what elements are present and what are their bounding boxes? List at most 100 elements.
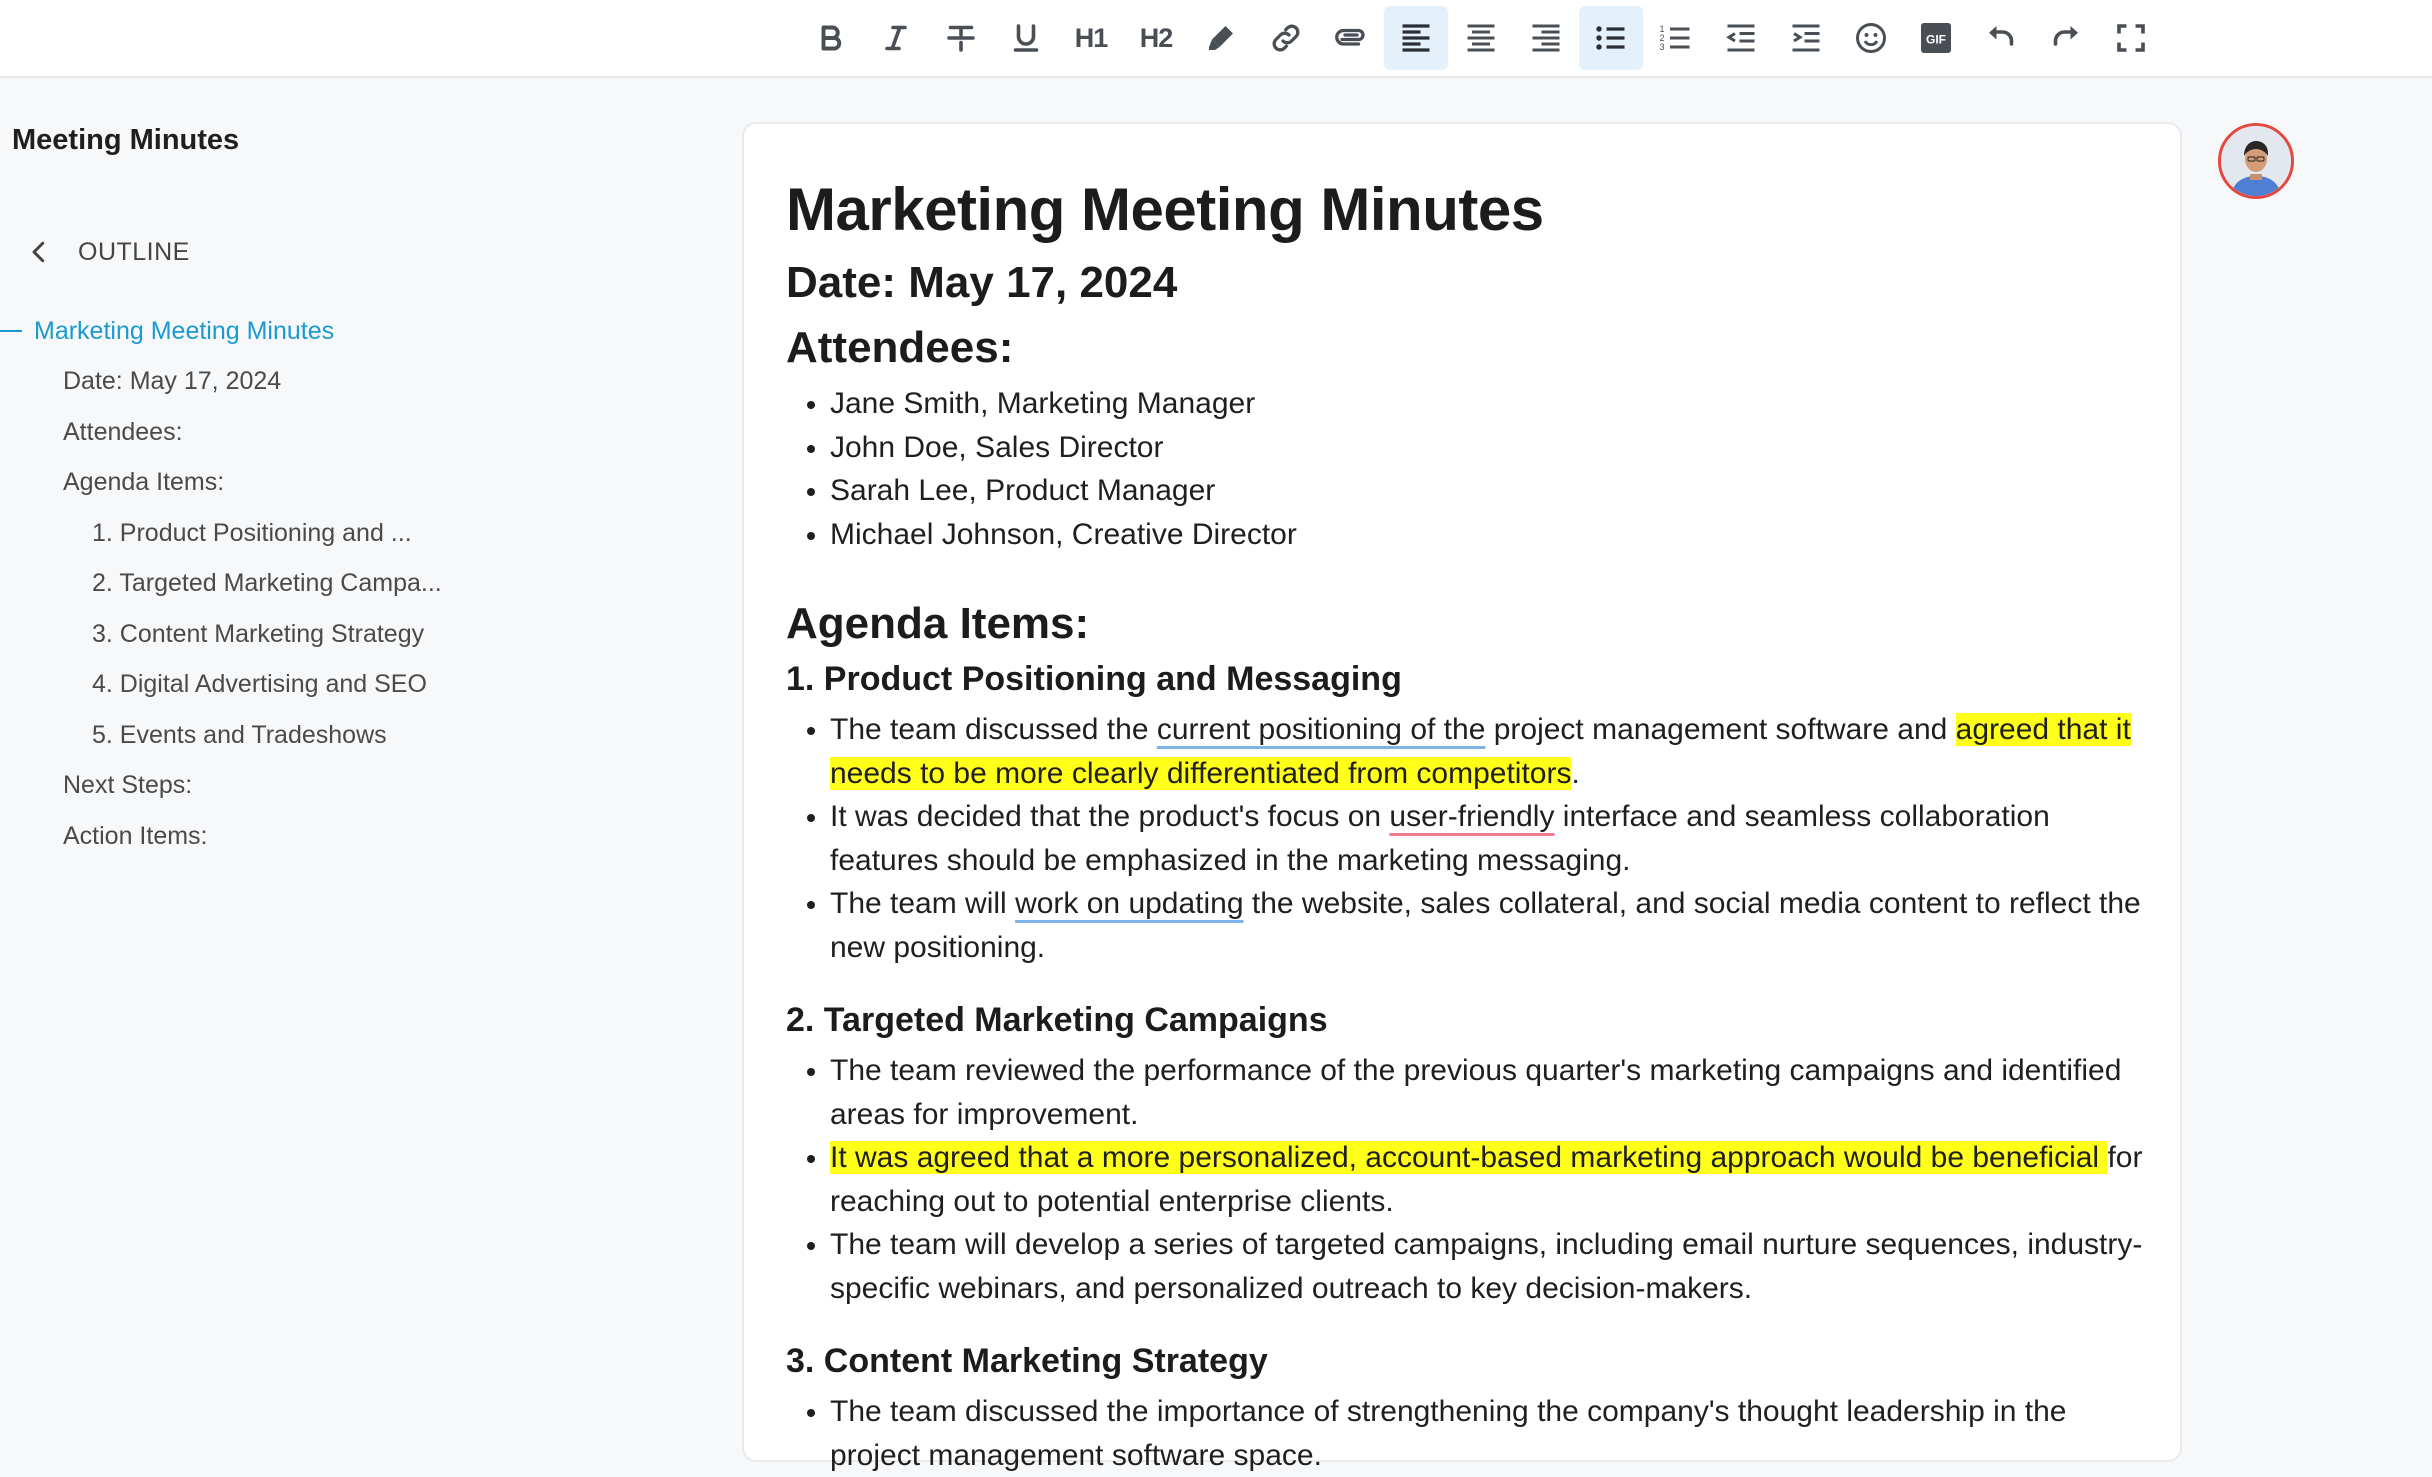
outline-label: OUTLINE <box>78 237 190 266</box>
list-item[interactable]: Jane Smith, Marketing Manager <box>830 382 2146 426</box>
attendees-list: Jane Smith, Marketing Manager John Doe, … <box>786 382 2146 556</box>
active-marker <box>0 330 22 333</box>
align-center-button[interactable] <box>1449 6 1513 70</box>
align-center-icon <box>1467 24 1495 52</box>
gif-icon: GIF <box>1921 23 1951 53</box>
list-item[interactable]: Sarah Lee, Product Manager <box>830 469 2146 513</box>
section-3-heading[interactable]: 3. Content Marketing Strategy <box>786 1336 2146 1386</box>
align-right-icon <box>1532 24 1560 52</box>
undo-icon <box>1989 26 2014 46</box>
outline-item-agenda[interactable]: Agenda Items: <box>0 458 560 509</box>
attachment-icon <box>1335 28 1365 46</box>
outline-item-section-1[interactable]: 1. Product Positioning and ... <box>0 508 560 559</box>
document-title: Meeting Minutes <box>12 124 240 156</box>
bullet-list-button[interactable] <box>1579 6 1643 70</box>
indent-button[interactable] <box>1774 6 1838 70</box>
heading1-button[interactable]: H1 <box>1059 6 1123 70</box>
list-item[interactable]: It was decided that the product's focus … <box>830 795 2146 882</box>
list-item[interactable]: The team will develop a series of target… <box>830 1223 2146 1310</box>
heading2-button[interactable]: H2 <box>1124 6 1188 70</box>
highlighted-text: It was agreed that a more personalized, … <box>830 1141 2108 1174</box>
undo-button[interactable] <box>1969 6 2033 70</box>
underline-button[interactable] <box>994 6 1058 70</box>
link-icon <box>1272 24 1300 52</box>
italic-icon <box>885 25 907 51</box>
text-run: project management software and <box>1485 713 1956 746</box>
outline-item-action-items[interactable]: Action Items: <box>0 811 560 862</box>
list-item[interactable]: It was agreed that a more personalized, … <box>830 1136 2146 1223</box>
editor-content[interactable]: Marketing Meeting Minutes Date: May 17, … <box>786 170 2146 1477</box>
outdent-button[interactable] <box>1709 6 1773 70</box>
list-item[interactable]: The team reviewed the performance of the… <box>830 1049 2146 1136</box>
link-button[interactable] <box>1254 6 1318 70</box>
fullscreen-button[interactable] <box>2099 6 2163 70</box>
fullscreen-icon <box>2117 24 2145 52</box>
text-run: . <box>1571 756 1580 790</box>
attachment-button[interactable] <box>1319 6 1383 70</box>
doc-date-heading[interactable]: Date: May 17, 2024 <box>786 254 2146 312</box>
agenda-heading[interactable]: Agenda Items: <box>786 594 2146 654</box>
italic-button[interactable] <box>864 6 928 70</box>
section-2-list: The team reviewed the performance of the… <box>786 1049 2146 1310</box>
editor-toolbar: H1 H2 123 GIF <box>0 0 2432 78</box>
emoji-button[interactable] <box>1839 6 1903 70</box>
outline-item-label: 4. Digital Advertising and SEO <box>92 670 427 699</box>
section-3-list: The team discussed the importance of str… <box>786 1390 2146 1477</box>
grammar-suggestion[interactable]: work on updating <box>1015 887 1244 920</box>
align-left-icon <box>1402 24 1430 52</box>
doc-heading[interactable]: Marketing Meeting Minutes <box>786 170 2146 250</box>
strikethrough-button[interactable] <box>929 6 993 70</box>
outline-header[interactable]: OUTLINE <box>24 232 190 272</box>
indent-icon <box>1792 24 1820 52</box>
heading1-label: H1 <box>1074 22 1109 53</box>
toolbar-buttons: H1 H2 123 GIF <box>799 6 2164 70</box>
outline-item-section-5[interactable]: 5. Events and Tradeshows <box>0 710 560 761</box>
chevron-left-icon[interactable] <box>24 237 54 267</box>
outline-item-attendees[interactable]: Attendees: <box>0 407 560 458</box>
outline-item-label: Attendees: <box>63 417 183 446</box>
numbered-list-button[interactable]: 123 <box>1644 6 1708 70</box>
outline-list: Marketing Meeting Minutes Date: May 17, … <box>0 306 560 862</box>
attendees-heading[interactable]: Attendees: <box>786 318 2146 378</box>
outline-item-label: Next Steps: <box>63 771 193 800</box>
list-item[interactable]: Michael Johnson, Creative Director <box>830 513 2146 557</box>
list-item[interactable]: The team will work on updating the websi… <box>830 882 2146 969</box>
text-run: The team discussed the <box>830 713 1157 746</box>
emoji-icon <box>1856 23 1886 53</box>
outline-item-section-3[interactable]: 3. Content Marketing Strategy <box>0 609 560 660</box>
section-1-heading[interactable]: 1. Product Positioning and Messaging <box>786 654 2146 704</box>
svg-text:3: 3 <box>1660 42 1665 52</box>
outline-item-section-4[interactable]: 4. Digital Advertising and SEO <box>0 660 560 711</box>
list-item[interactable]: The team discussed the importance of str… <box>830 1390 2146 1477</box>
redo-button[interactable] <box>2034 6 2098 70</box>
bold-button[interactable] <box>799 6 863 70</box>
outdent-icon <box>1726 24 1755 52</box>
highlight-button[interactable] <box>1189 6 1253 70</box>
grammar-suggestion[interactable]: current positioning of the <box>1157 713 1486 746</box>
outline-item-label: Date: May 17, 2024 <box>63 367 282 396</box>
outline-item-next-steps[interactable]: Next Steps: <box>0 761 560 812</box>
user-photo-icon <box>2221 126 2291 196</box>
user-avatar[interactable] <box>2218 123 2294 199</box>
outline-item-date[interactable]: Date: May 17, 2024 <box>0 357 560 408</box>
outline-item-title[interactable]: Marketing Meeting Minutes <box>0 306 560 357</box>
list-item[interactable]: The team discussed the current positioni… <box>830 708 2146 795</box>
outline-item-section-2[interactable]: 2. Targeted Marketing Campa... <box>0 559 560 610</box>
redo-icon <box>2053 26 2078 46</box>
highlight-pen-icon <box>1209 26 1233 50</box>
outline-item-label: 2. Targeted Marketing Campa... <box>92 569 442 598</box>
bullet-list-icon <box>1596 26 1625 50</box>
list-item[interactable]: John Doe, Sales Director <box>830 426 2146 470</box>
spelling-suggestion[interactable]: user-friendly <box>1389 800 1554 833</box>
gif-button[interactable]: GIF <box>1904 6 1968 70</box>
section-1-list: The team discussed the current positioni… <box>786 708 2146 969</box>
section-2-heading[interactable]: 2. Targeted Marketing Campaigns <box>786 995 2146 1045</box>
align-right-button[interactable] <box>1514 6 1578 70</box>
svg-text:GIF: GIF <box>1926 32 1946 46</box>
align-left-button[interactable] <box>1384 6 1448 70</box>
underline-icon <box>1013 24 1039 52</box>
numbered-list-icon: 123 <box>1660 24 1690 52</box>
strikethrough-icon <box>947 25 975 52</box>
outline-item-label: Agenda Items: <box>63 468 225 497</box>
text-run: The team will <box>830 887 1016 920</box>
